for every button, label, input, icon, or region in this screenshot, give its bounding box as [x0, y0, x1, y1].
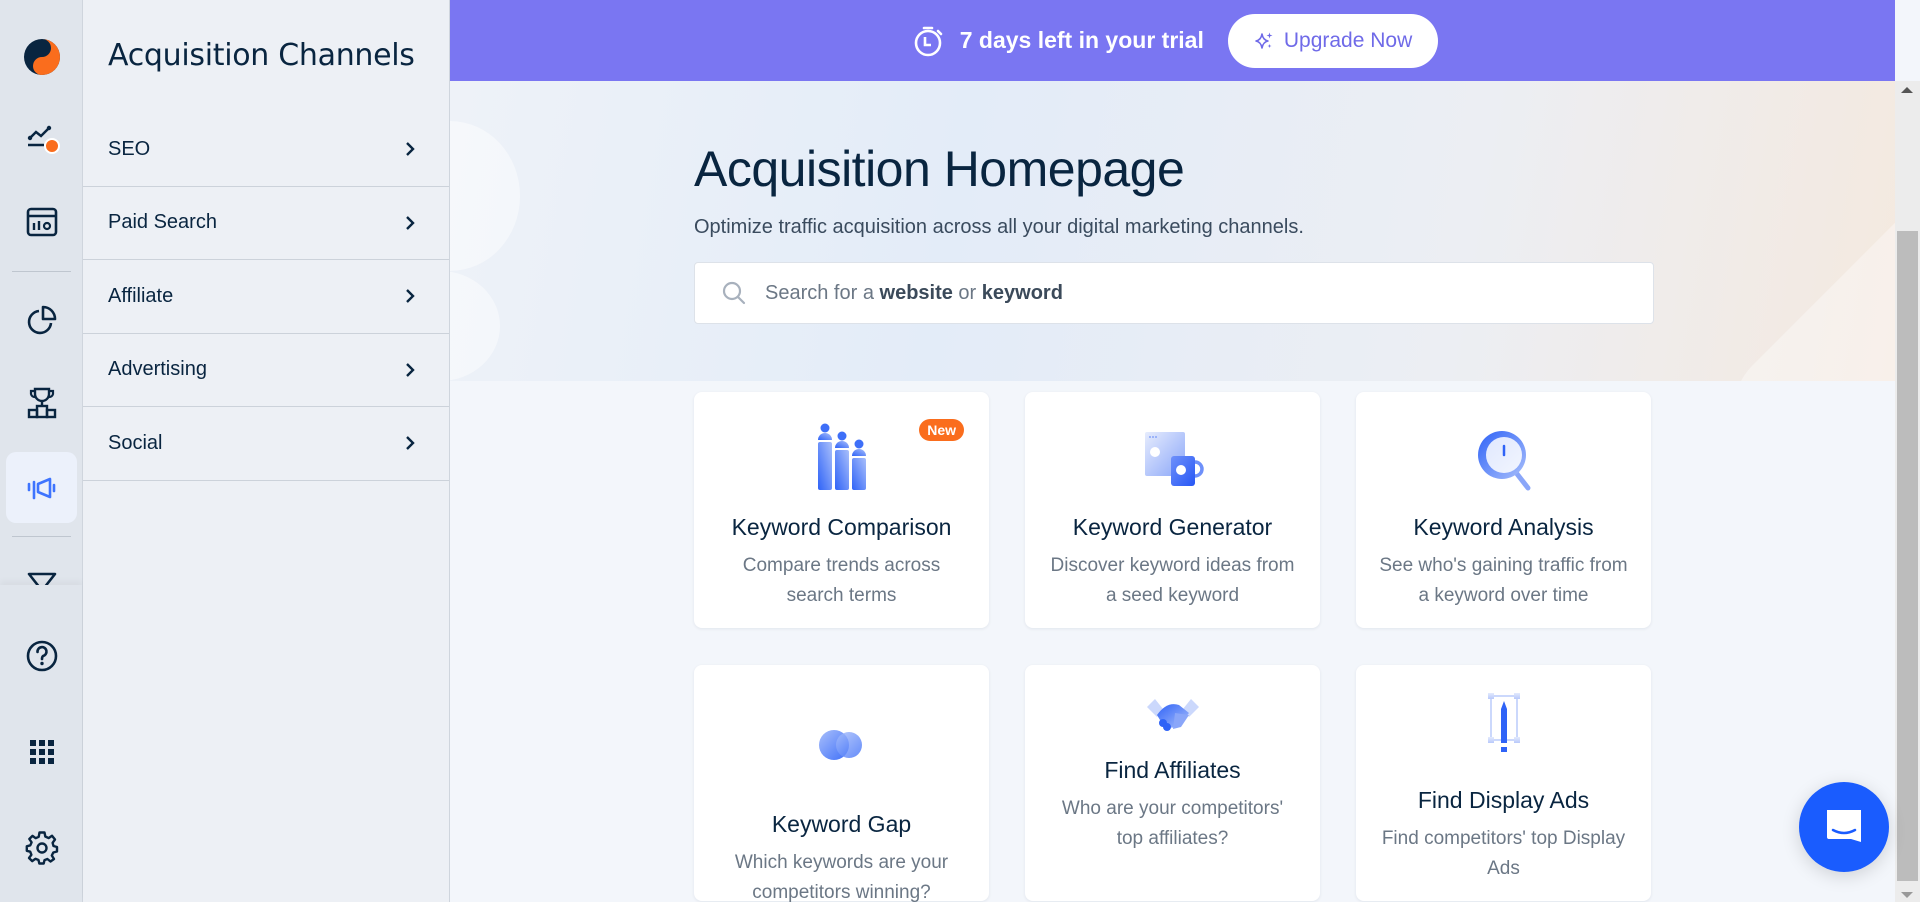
card-find-affiliates[interactable]: Find Affiliates Who are your competitors… [1025, 665, 1320, 901]
card-title: Keyword Comparison [731, 514, 952, 540]
tools-grid: New Keyword Comparison Compare trends ac… [694, 392, 1654, 902]
trial-status: 7 days left in your trial [912, 24, 1204, 58]
megaphone-icon [27, 477, 55, 499]
notification-dot [43, 137, 60, 154]
panel-item-social[interactable]: Social [83, 407, 449, 481]
scrollbar-thumb[interactable] [1897, 231, 1918, 881]
panel-item-label: Social [108, 431, 163, 454]
card-find-display-ads[interactable]: Find Display Ads Find competitors' top D… [1356, 665, 1651, 901]
panel-item-label: Advertising [108, 358, 207, 381]
rail-divider [12, 536, 71, 537]
chevron-right-icon [406, 142, 415, 157]
hero-decoration [450, 121, 520, 271]
scroll-up-arrow-icon[interactable] [1901, 87, 1913, 93]
card-description: See who's gaining traffic from a keyword… [1379, 555, 1628, 606]
pie-chart-icon [27, 305, 56, 334]
settings-icon [25, 830, 58, 865]
panel-item-seo[interactable]: SEO [83, 113, 449, 187]
keyword-generator-icon [1133, 420, 1213, 500]
rail-item-help[interactable] [6, 620, 77, 691]
chevron-right-icon [406, 362, 415, 377]
card-title: Find Display Ads [1417, 787, 1590, 813]
hero-decoration [1709, 81, 1895, 381]
card-title: Keyword Analysis [1413, 514, 1594, 540]
main-content: 7 days left in your trial Upgrade Now Ac… [450, 0, 1895, 902]
card-keyword-analysis[interactable]: Keyword Analysis See who's gaining traff… [1356, 392, 1651, 628]
channels-list: SEO Paid Search Affiliate Advertising So… [83, 113, 449, 481]
rail-item-acquisition[interactable] [6, 452, 77, 523]
panel-item-label: Paid Search [108, 211, 217, 234]
card-keyword-generator[interactable]: Keyword Generator Discover keyword ideas… [1025, 392, 1320, 628]
rail-item-trends[interactable] [6, 104, 77, 175]
panel-item-advertising[interactable]: Advertising [83, 334, 449, 407]
new-badge: New [919, 419, 964, 441]
trial-text: 7 days left in your trial [959, 27, 1204, 53]
sparkle-icon [1255, 32, 1273, 49]
card-description: Find competitors' top Display Ads [1381, 828, 1626, 879]
trial-banner: 7 days left in your trial Upgrade Now [450, 0, 1895, 81]
rail-divider [12, 271, 71, 272]
trophy-icon [27, 387, 56, 418]
trends-icon [27, 125, 60, 154]
card-description: Who are your competitors' top affiliates… [1061, 798, 1284, 849]
card-keyword-gap[interactable]: Keyword Gap Which keywords are your comp… [694, 665, 989, 902]
hero-decoration [450, 271, 500, 381]
rail-item-competitive[interactable] [6, 367, 77, 438]
rail-item-dashboard[interactable] [6, 186, 77, 257]
search-icon [722, 281, 746, 305]
card-title: Keyword Gap [771, 811, 912, 837]
rail-item-market-research[interactable] [6, 284, 77, 355]
search-input[interactable]: Search for a website or keyword [694, 262, 1654, 324]
similarweb-logo-icon[interactable] [22, 37, 62, 77]
upgrade-now-button[interactable]: Upgrade Now [1227, 13, 1439, 68]
keyword-analysis-icon [1464, 420, 1544, 500]
card-title: Find Affiliates [1104, 757, 1241, 783]
keyword-gap-icon [802, 705, 882, 785]
card-description: Compare trends across search terms [742, 555, 941, 606]
chevron-right-icon [406, 289, 415, 304]
dashboard-icon [26, 207, 57, 236]
card-title: Keyword Generator [1072, 514, 1273, 540]
keyword-comparison-icon [802, 420, 882, 500]
rail-item-apps[interactable] [6, 716, 77, 787]
page-title: Acquisition Homepage [694, 141, 1185, 197]
help-icon [26, 640, 57, 671]
handshake-icon [1133, 685, 1213, 755]
stopwatch-icon [914, 26, 943, 56]
vertical-scrollbar[interactable] [1895, 81, 1920, 902]
rail-bottom-section [0, 585, 82, 902]
search-placeholder: Search for a website or keyword [765, 281, 1063, 304]
card-description: Which keywords are your competitors winn… [734, 852, 949, 902]
card-keyword-comparison[interactable]: New Keyword Comparison Compare trends ac… [694, 392, 989, 628]
panel-title: Acquisition Channels [108, 38, 415, 73]
chat-support-button[interactable] [1799, 782, 1889, 872]
card-description: Discover keyword ideas from a seed keywo… [1050, 555, 1295, 606]
rail-item-conversion[interactable] [6, 548, 77, 588]
upgrade-label: Upgrade Now [1283, 28, 1413, 52]
rail-item-settings[interactable] [6, 812, 77, 883]
page-subtitle: Optimize traffic acquisition across all … [694, 216, 1304, 238]
icon-rail [0, 0, 83, 902]
chevron-right-icon [406, 436, 415, 451]
panel-item-paid-search[interactable]: Paid Search [83, 187, 449, 260]
panel-item-label: Affiliate [108, 284, 174, 307]
panel-item-affiliate[interactable]: Affiliate [83, 260, 449, 334]
channels-panel: Acquisition Channels SEO Paid Search Aff… [83, 0, 450, 902]
chevron-right-icon [406, 215, 415, 230]
scroll-down-arrow-icon[interactable] [1901, 892, 1913, 898]
chat-bubble-icon [1827, 810, 1861, 842]
display-ads-icon [1464, 687, 1544, 767]
apps-grid-icon [29, 739, 54, 764]
panel-item-label: SEO [108, 137, 151, 160]
